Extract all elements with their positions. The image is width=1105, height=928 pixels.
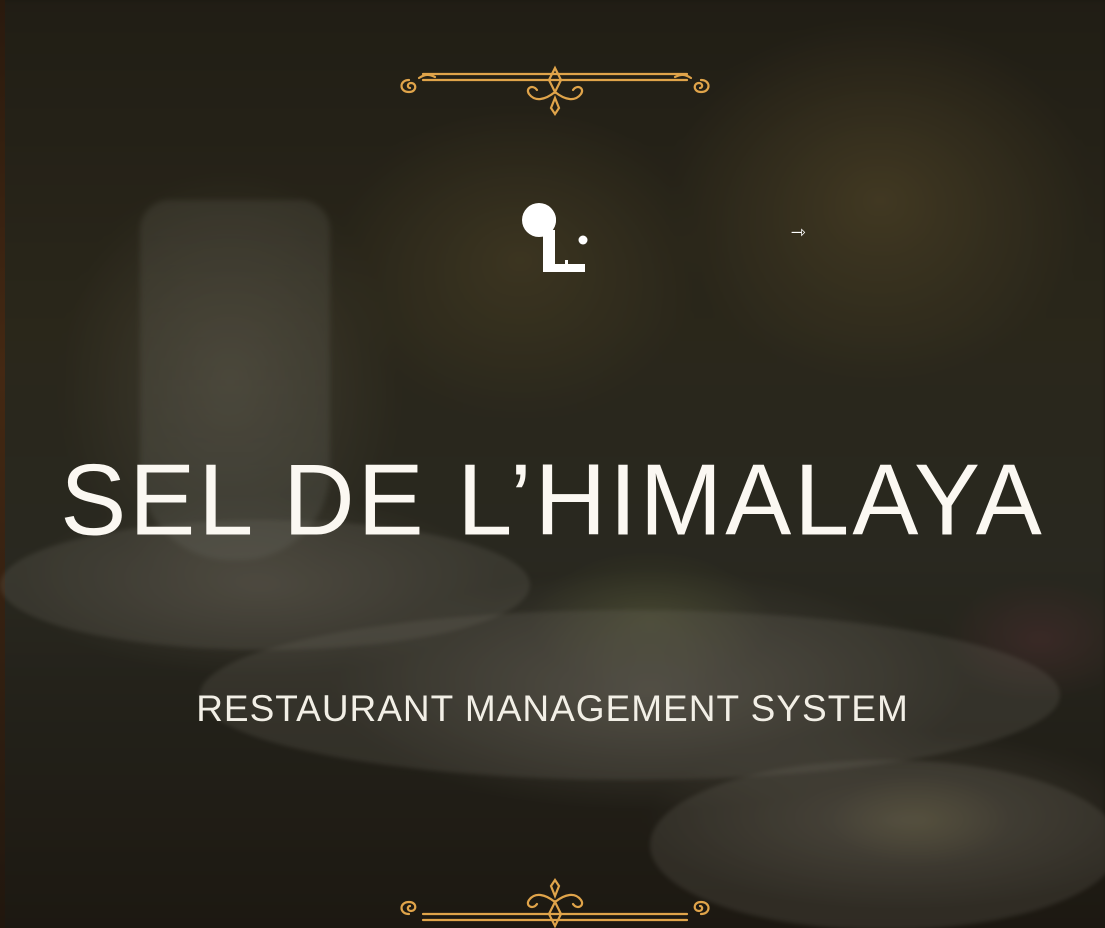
restaurant-name-title: SEL DE L’HIMALAYA bbox=[60, 442, 1045, 557]
arrow-right-icon: ⇾ bbox=[790, 221, 806, 243]
enter-button[interactable]: ⇾ bbox=[786, 220, 810, 244]
gold-ornament-bottom-icon bbox=[400, 878, 710, 928]
system-subtitle: RESTAURANT MANAGEMENT SYSTEM bbox=[196, 688, 909, 729]
gold-ornament-top-icon bbox=[400, 65, 710, 116]
monogram-logo-icon bbox=[522, 203, 588, 272]
landing-screen: ⇾ SEL DE L’HIMALAYA RESTAURANT MANAGEMEN… bbox=[0, 0, 1105, 928]
